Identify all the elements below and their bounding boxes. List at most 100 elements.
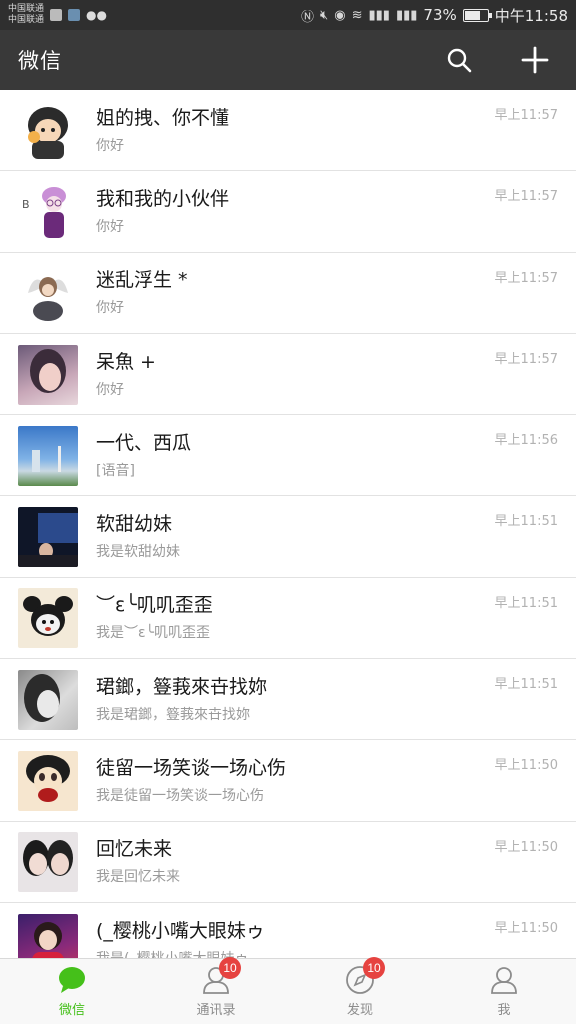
plus-icon (521, 46, 549, 74)
chat-preview: [语音] (96, 462, 135, 479)
chat-row[interactable]: 徒留一场笑谈一场心伤 我是徒留一场笑谈一场心伤 早上11:50 (0, 740, 576, 822)
eye-icon: ◉ (334, 7, 346, 23)
chat-row[interactable]: (_樱桃小嘴大眼妹ゥ 我是(_樱桃小嘴大眼妹ゥ 早上11:50 (0, 903, 576, 958)
notification-square-icon (50, 9, 63, 21)
avatar (18, 751, 78, 812)
chat-name: 回忆未来 (96, 838, 173, 861)
chat-preview: 我是徒留一场笑谈一场心伤 (96, 788, 264, 805)
chat-row[interactable]: 姐的拽、你不懂 你好 早上11:57 (0, 90, 576, 172)
chat-row[interactable]: 迷乱浮生 * 你好 早上11:57 (0, 253, 576, 335)
chat-time: 早上11:56 (494, 433, 558, 449)
chat-row[interactable]: 一代、西瓜 [语音] 早上11:56 (0, 415, 576, 497)
chat-row[interactable]: 软甜幼妹 我是软甜幼妹 早上11:51 (0, 496, 576, 579)
carrier-2: 中国联通 (8, 15, 45, 25)
carrier-1: 中国联通 (8, 4, 45, 14)
chat-text: 呆魚 + 你好 (96, 345, 156, 405)
chat-time: 早上11:57 (494, 270, 558, 286)
nfc-icon: Ⓝ (301, 9, 315, 25)
chat-row[interactable]: 回忆未来 我是回忆未来 早上11:50 (0, 822, 576, 904)
chat-row[interactable]: 珺鎯，簦莪來卋找妳 我是珺鎯，簦莪來卋找妳 早上11:51 (0, 659, 576, 741)
header-actions (444, 45, 558, 75)
chat-text: 姐的拽、你不懂 你好 (96, 101, 229, 161)
chat-time: 早上11:51 (494, 677, 558, 693)
chat-text: 迷乱浮生 * 你好 (96, 263, 188, 323)
chat-name: 迷乱浮生 * (96, 269, 188, 292)
chat-text: 我和我的小伙伴 你好 (96, 182, 229, 242)
chat-text: 徒留一场笑谈一场心伤 我是徒留一场笑谈一场心伤 (96, 751, 286, 811)
tab-label: 发现 (346, 1003, 373, 1018)
chat-name: 徒留一场笑谈一场心伤 (96, 757, 287, 780)
chat-name: 姐的拽、你不懂 (96, 106, 230, 129)
avatar (18, 588, 78, 649)
chat-row[interactable]: 呆魚 + 你好 早上11:57 (0, 334, 576, 416)
battery-fill (464, 10, 480, 20)
chat-time: 早上11:50 (494, 758, 558, 774)
chat-bubble-icon (57, 965, 87, 995)
chat-row[interactable]: ︶ε╰叽叽歪歪 我是︶ε╰叽叽歪歪 早上11:51 (0, 578, 576, 660)
chat-preview: 我是珺鎯，簦莪來卋找妳 (96, 706, 250, 723)
mute-icon: 🔇︎ (320, 7, 329, 23)
discover-badge: 10 (363, 957, 385, 979)
contacts-badge: 10 (219, 957, 241, 979)
search-button[interactable] (444, 45, 474, 75)
chat-name: 珺鎯，簦莪來卋找妳 (96, 675, 268, 698)
chat-text: 回忆未来 我是回忆未来 (96, 832, 180, 892)
chat-time: 早上11:50 (494, 920, 558, 936)
chat-time: 早上11:57 (494, 351, 558, 367)
chat-preview: 我是回忆未来 (96, 869, 180, 886)
tab-label: 通讯录 (196, 1003, 236, 1018)
chat-name: 呆魚 + (96, 350, 156, 373)
tab-discover[interactable]: 10 发现 (288, 957, 432, 1024)
chat-text: 一代、西瓜 [语音] (96, 426, 191, 486)
chat-time: 早上11:51 (494, 595, 558, 611)
status-right: Ⓝ 🔇︎ ◉ ≋ ▮▮▮ ▮▮▮ 73% 中午11:58 (301, 5, 568, 26)
chat-text: 珺鎯，簦莪來卋找妳 我是珺鎯，簦莪來卋找妳 (96, 670, 267, 730)
chat-name: (_樱桃小嘴大眼妹ゥ (96, 919, 265, 942)
avatar (18, 507, 78, 568)
chat-time: 早上11:57 (494, 189, 558, 205)
avatar (18, 425, 78, 486)
chat-time: 早上11:50 (494, 839, 558, 855)
chat-text: (_樱桃小嘴大眼妹ゥ 我是(_樱桃小嘴大眼妹ゥ (96, 914, 265, 958)
chat-preview: 你好 (96, 381, 124, 398)
chat-name: 我和我的小伙伴 (96, 187, 230, 210)
avatar (18, 100, 78, 161)
app-header: 微信 (0, 30, 576, 90)
avatar (18, 344, 78, 405)
signal-icon-2: ▮▮▮ (395, 7, 418, 23)
chat-list: 姐的拽、你不懂 你好 早上11:57 B 我和我的小伙伴 你好 早上11:57 (0, 90, 576, 958)
battery-percent: 73% (423, 6, 457, 24)
wifi-icon: ≋ (351, 7, 363, 23)
chat-preview: 你好 (96, 218, 124, 235)
chat-row[interactable]: B 我和我的小伙伴 你好 早上11:57 (0, 171, 576, 253)
avatar (18, 669, 78, 730)
avatar (18, 263, 78, 324)
avatar: B (18, 181, 78, 242)
chat-preview: 我是软甜幼妹 (96, 544, 180, 561)
chat-time: 早上11:57 (494, 108, 558, 123)
tab-contacts[interactable]: 10 通讯录 (144, 957, 288, 1024)
tab-me[interactable]: 我 (432, 959, 576, 1024)
app-notification-icon (68, 9, 81, 21)
chat-time: 早上11:51 (494, 514, 558, 530)
tab-label: 我 (497, 1003, 511, 1018)
add-button[interactable] (520, 45, 550, 75)
avatar (18, 832, 78, 893)
chat-name: 软甜幼妹 (96, 513, 173, 536)
chat-preview: 我是︶ε╰叽叽歪歪 (96, 625, 210, 642)
avatar (18, 913, 78, 958)
contacts-icon: 10 (201, 957, 241, 995)
status-left: 中国联通 中国联通 ●● (8, 4, 107, 26)
svg-text:B: B (22, 198, 30, 211)
chat-preview: 我是(_樱桃小嘴大眼妹ゥ (96, 948, 265, 958)
person-icon (489, 965, 519, 995)
carrier-info: 中国联通 中国联通 (8, 4, 44, 26)
status-bar: 中国联通 中国联通 ●● Ⓝ 🔇︎ ◉ ≋ ▮▮▮ ▮▮▮ 73% 中午11:5… (0, 0, 576, 30)
status-time: 中午11:58 (494, 6, 568, 25)
bottom-tab-bar: 微信 10 通讯录 10 发现 我 (0, 957, 576, 1024)
signal-icon: ▮▮▮ (368, 7, 390, 23)
tab-chats[interactable]: 微信 (0, 959, 144, 1024)
wechat-notification-icon: ●● (86, 8, 107, 22)
chat-name: 一代、西瓜 (96, 431, 192, 454)
battery-icon (462, 8, 492, 22)
